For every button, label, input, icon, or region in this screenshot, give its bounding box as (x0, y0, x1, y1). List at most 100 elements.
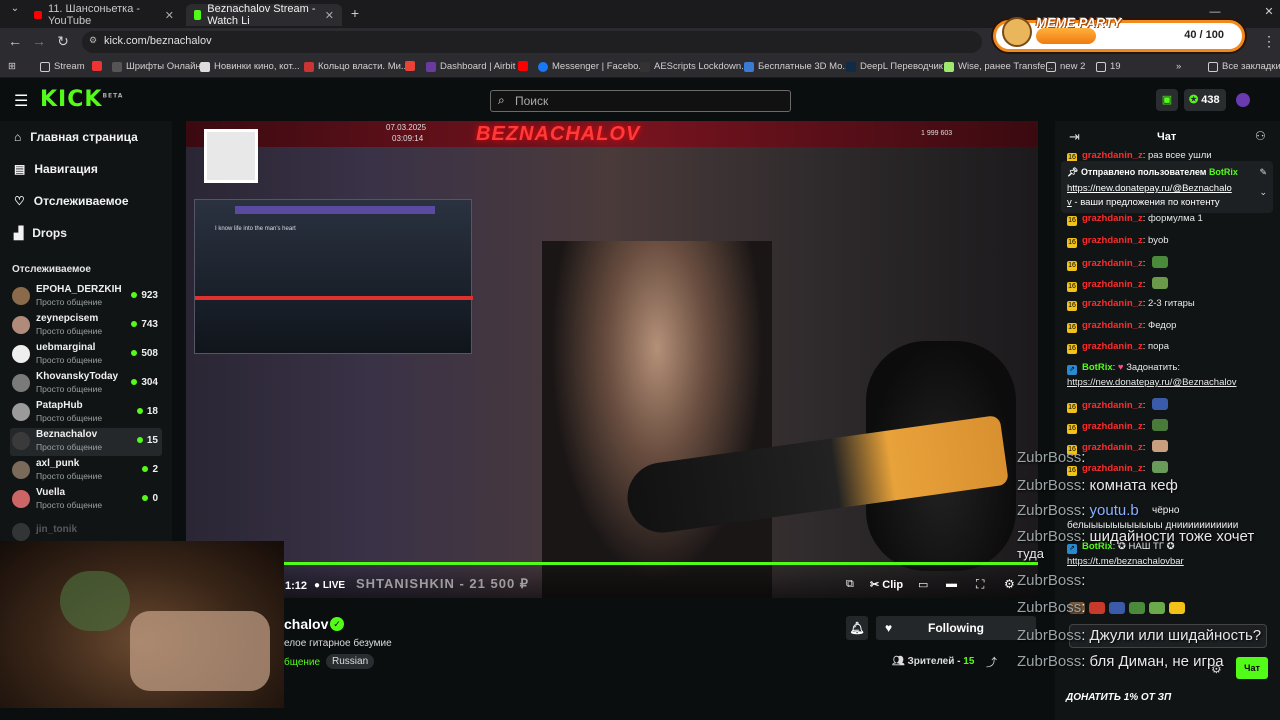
clip-button[interactable]: ✂ Clip (870, 578, 903, 591)
fullscreen-icon[interactable]: ⛶ (976, 577, 984, 592)
overlay-chat-line: ZubrBoss: (1017, 599, 1086, 616)
viewer-count: 15 (136, 435, 158, 446)
bookmark-3d[interactable]: Бесплатные 3D Mo... (744, 61, 850, 72)
folder-icon (1096, 61, 1106, 72)
collapse-chat-icon[interactable]: ⇥ (1069, 129, 1080, 145)
channel-item[interactable]: zeynepcisem Просто общение 743 (10, 312, 162, 340)
hamburger-menu-icon[interactable]: ☰ (14, 91, 28, 111)
window-close-icon[interactable]: ✕ (1260, 5, 1278, 18)
new-tab-icon[interactable]: + (346, 5, 364, 21)
chat-message: 16 grazhdanin_z: (1067, 256, 1168, 271)
channel-item-active[interactable]: Beznachalov Просто общение 15 (10, 428, 162, 456)
plant (60, 571, 130, 631)
kick-points-icon: ✪ (1189, 94, 1199, 106)
chat-message: 16 grazhdanin_z: (1067, 419, 1168, 434)
viewer-count: 304 (131, 377, 158, 388)
chat-users-icon[interactable]: ⚇ (1255, 129, 1266, 143)
bookmark-app[interactable] (92, 61, 102, 71)
channel-item[interactable]: Vuella Просто общение 0 (10, 486, 162, 514)
wise-icon (944, 61, 954, 72)
forward-icon[interactable]: → (30, 33, 48, 49)
bookmark-stream[interactable]: Stream (40, 61, 85, 72)
channel-item[interactable]: EPOHA_DERZKIH Просто общение 923 (10, 283, 162, 311)
channel-item[interactable]: KhovanskyToday Просто общение 304 (10, 370, 162, 398)
channel-item[interactable]: PatapHub Просто общение 18 (10, 399, 162, 427)
nav-home[interactable]: ⌂ Главная страница (14, 130, 138, 144)
theater-mode-icon[interactable]: ▬ (946, 578, 957, 590)
channel-name[interactable]: chalov (284, 616, 328, 632)
avatar (12, 374, 30, 392)
bookmark-19[interactable]: 19 (1096, 61, 1121, 72)
nav-following[interactable]: ♡ Отслеживаемое (14, 194, 129, 208)
search-input[interactable]: ⌕ Поиск (490, 90, 791, 112)
browser-menu-icon[interactable]: ⋮ (1260, 33, 1278, 50)
tab-youtube[interactable]: 11. Шансоньетка - YouTube ✕ (26, 3, 182, 27)
video-player[interactable]: 07.03.2025 03:09:14 1 999 603 BEZNACHALO… (186, 121, 1038, 598)
bookmark-aescripts[interactable]: AEScripts Lockdown... (640, 61, 749, 72)
channel-item[interactable]: uebmarginal Просто общение 508 (10, 341, 162, 369)
url-input[interactable]: ⚙ kick.com/beznachalov (82, 31, 982, 53)
bookmark-fonts[interactable]: Шрифты Онлайн (112, 61, 201, 72)
nav-drops[interactable]: ▟ Drops (14, 226, 67, 240)
apps-icon[interactable]: ⊞ (8, 61, 16, 72)
chat-message-bot: ⇗ BotRix: ♥ Задонатить: (1067, 362, 1180, 375)
bookmark-rings[interactable]: Кольцо власти. Ми... (304, 61, 409, 72)
meme-party-title: MEME PARTY (1036, 15, 1122, 30)
emote-icon (1151, 277, 1168, 289)
overlay-chat-line: ZubrBoss: бля Диман, не игра (1017, 653, 1224, 670)
back-icon[interactable]: ← (6, 33, 24, 49)
user-avatar[interactable] (1236, 93, 1250, 107)
channel-item[interactable]: axl_punk Просто общение 2 (10, 457, 162, 485)
stream-category[interactable]: бщение (284, 657, 320, 668)
bookmarks-bar: ⊞ Stream Шрифты Онлайн Новинки кино, кот… (0, 56, 1280, 78)
captions-icon[interactable]: ▭ (918, 578, 928, 591)
bookmark-messenger[interactable] (518, 61, 528, 71)
pinned-link[interactable]: https://new.donatepay.ru/@Beznachalo (1067, 183, 1232, 194)
bookmark-films[interactable]: Новинки кино, кот... (200, 61, 300, 72)
site-info-icon[interactable]: ⚙ (89, 35, 97, 46)
bookmark-airbit[interactable]: Dashboard | Airbit (426, 61, 515, 72)
reload-icon[interactable]: ↻ (54, 33, 72, 50)
bookmark-gmail[interactable] (405, 61, 415, 71)
tab-kick[interactable]: Beznachalov Stream - Watch Li ✕ (186, 3, 342, 27)
more-bookmarks-icon[interactable]: » (1176, 61, 1181, 72)
nav-browse[interactable]: ▤ Навигация (14, 162, 98, 176)
3d-icon (744, 61, 754, 72)
settings-gear-icon[interactable]: ⚙ (1004, 577, 1015, 591)
kick-header: ☰ KICKBETA ⌕ Поиск ▣ ✪ 438 (0, 79, 1280, 121)
close-tab-icon[interactable]: ✕ (165, 9, 174, 22)
minimize-icon[interactable]: — (1206, 6, 1224, 18)
bookmark-all[interactable]: Все закладки (1208, 61, 1280, 72)
expand-pinned-icon[interactable]: ⌄ (1259, 187, 1267, 198)
unpin-icon[interactable]: ✎ (1259, 167, 1267, 178)
stream-tag[interactable]: Russian (326, 654, 375, 669)
drops-badge-icon[interactable]: ▣ (1156, 89, 1178, 111)
overlay-chat-line: ZubrBoss: (1017, 572, 1086, 589)
chat-link[interactable]: https://new.donatepay.ru/@Beznachalov (1067, 377, 1237, 388)
points-button[interactable]: ✪ 438 (1184, 89, 1226, 111)
doge-icon (1002, 17, 1032, 47)
share-icon[interactable]: ⤴ (986, 654, 997, 670)
chat-link[interactable]: https://t.me/beznachalovbar (1067, 556, 1184, 567)
bookmark-new2[interactable]: new 2 (1046, 61, 1085, 72)
following-button[interactable]: ♥ Following (876, 616, 1036, 640)
notifications-bell-icon[interactable]: 🔔︎ (846, 616, 868, 640)
qr-code-icon (204, 129, 258, 183)
meme-party-count: 40 / 100 (1184, 29, 1224, 41)
facebook-icon (538, 61, 548, 72)
bed (130, 611, 270, 691)
chat-send-button[interactable]: Чат (1236, 657, 1268, 679)
bookmark-facebook[interactable]: Messenger | Facebo... (538, 61, 646, 72)
picture-in-picture-icon[interactable]: ⧉ (846, 578, 854, 591)
bookmark-deepl[interactable]: DeepL Переводчик (846, 61, 943, 72)
overlay-chat-line: ZubrBoss: (1017, 449, 1086, 466)
overlay-lyric: чёрно (1152, 505, 1180, 516)
live-progress-bar[interactable] (284, 562, 1038, 565)
kick-logo[interactable]: KICKBETA (40, 87, 123, 112)
browse-icon: ▤ (14, 162, 26, 176)
tab-search-icon[interactable]: ⌄ (6, 3, 24, 14)
close-tab-icon[interactable]: ✕ (325, 9, 334, 22)
airbit-icon (426, 61, 436, 72)
bookmark-wise[interactable]: Wise, ранее Transfe... (944, 61, 1053, 72)
film-icon (200, 61, 210, 72)
